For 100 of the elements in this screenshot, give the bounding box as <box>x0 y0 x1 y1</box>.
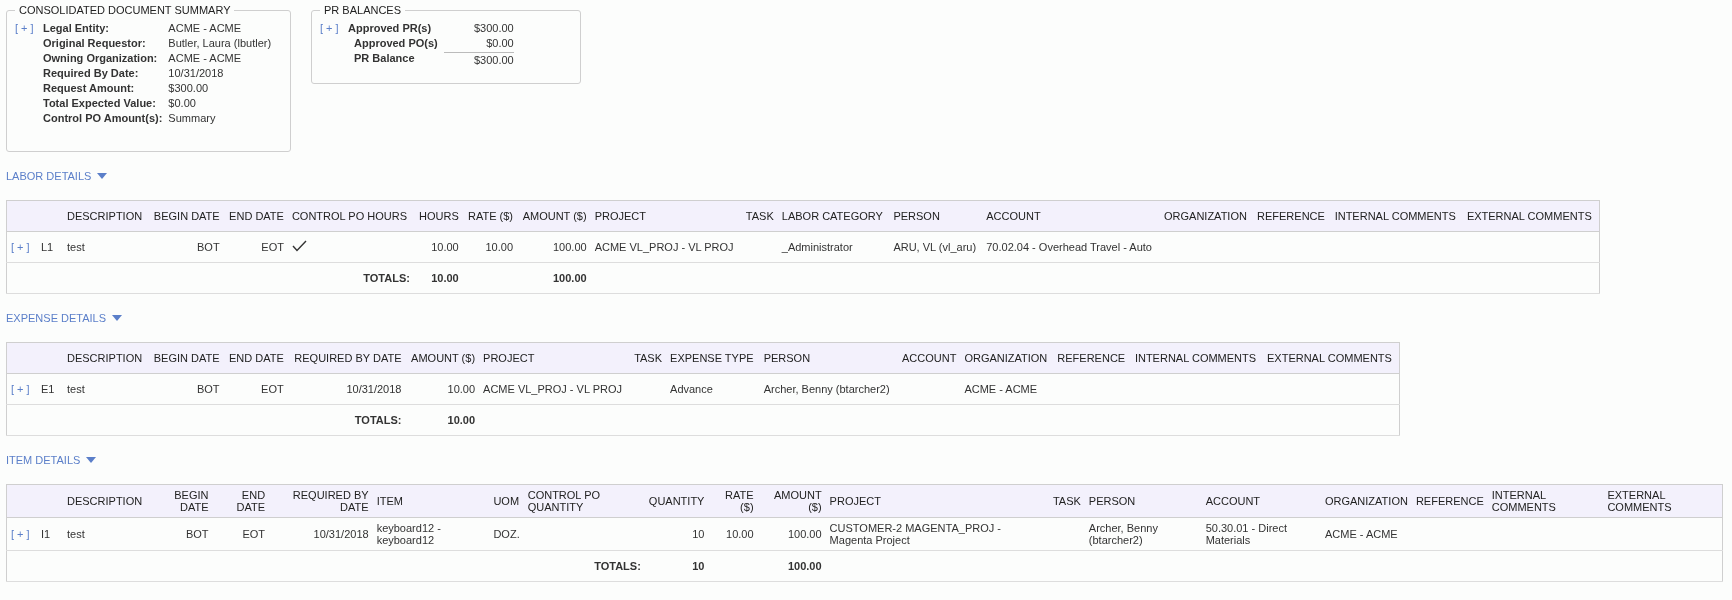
column-header: ITEM <box>372 484 490 518</box>
column-header: ORGANIZATION <box>1320 484 1412 518</box>
column-header: REQUIRED BY DATE <box>269 484 373 518</box>
column-header: QUANTITY <box>644 484 709 518</box>
column-header: RATE ($) <box>708 484 758 518</box>
column-header: AMOUNT ($) <box>405 342 480 374</box>
column-header: ACCOUNT <box>896 342 961 374</box>
column-header: END DATE <box>212 484 270 518</box>
table-cell: test <box>63 373 149 405</box>
field-value: ACME - ACME <box>168 22 243 34</box>
column-header: INTERNAL COMMENTS <box>1487 484 1604 518</box>
section-toggle[interactable]: ITEM DETAILS <box>6 454 97 466</box>
field-value: ACME - ACME <box>168 52 243 64</box>
column-header: BEGIN DATE <box>148 200 224 232</box>
panel-title: CONSOLIDATED DOCUMENT SUMMARY <box>18 4 232 16</box>
line-number: L1 <box>37 231 63 263</box>
totals-label: TOTALS: <box>287 262 414 294</box>
column-header: REQUIRED BY DATE <box>287 342 406 374</box>
column-header: BEGIN DATE <box>146 484 213 518</box>
field-label: Control PO Amount(s): <box>43 112 163 124</box>
expand-link[interactable]: [ + ] <box>11 241 30 253</box>
table-cell: ARU, VL (vl_aru) <box>889 231 983 263</box>
table-cell: Advance <box>666 373 760 405</box>
table-cell: EOT <box>223 373 288 405</box>
table-cell: 100.00 <box>757 517 826 551</box>
field-label: Total Expected Value: <box>43 97 157 109</box>
table-cell: EOT <box>212 517 270 551</box>
field-value: $300.00 <box>168 82 210 94</box>
table-cell: 100.00 <box>517 231 591 263</box>
caret-down-icon <box>97 173 108 179</box>
column-header: REFERENCE <box>1053 342 1131 374</box>
column-header: DESCRIPTION <box>63 200 149 232</box>
table-cell: Archer, Benny (btarcher2) <box>1084 517 1202 551</box>
table-cell: ACME - ACME <box>1320 517 1412 551</box>
column-header: PROJECT <box>825 484 1049 518</box>
column-header: EXTERNAL COMMENTS <box>1462 200 1600 232</box>
column-header: TASK <box>1048 484 1085 518</box>
section-toggle[interactable]: LABOR DETAILS <box>6 170 108 182</box>
expand-link[interactable]: [ + ] <box>15 22 37 34</box>
total-value: 100.00 <box>517 262 591 294</box>
table-cell: test <box>63 231 149 263</box>
column-header: END DATE <box>223 342 288 374</box>
column-header: EXTERNAL COMMENTS <box>1603 484 1723 518</box>
table-cell: _Administrator <box>777 231 890 263</box>
field-value: Butler, Laura (lbutler) <box>168 37 272 49</box>
section-toggle[interactable]: EXPENSE DETAILS <box>6 312 123 324</box>
column-header: INTERNAL COMMENTS <box>1330 200 1463 232</box>
table-cell: 10.00 <box>462 231 517 263</box>
field-value: $0.00 <box>168 97 197 109</box>
column-header: ACCOUNT <box>982 200 1160 232</box>
column-header: UOM <box>489 484 524 518</box>
table-cell: keyboard12 - keyboard12 <box>372 517 490 551</box>
field-value: $300.00 <box>443 52 514 66</box>
total-value: 10 <box>644 550 709 582</box>
column-header: REFERENCE <box>1253 200 1331 232</box>
table-cell: ACME VL_PROJ - VL PROJ <box>479 373 630 405</box>
field-label: Legal Entity: <box>43 22 110 34</box>
totals-label: TOTALS: <box>287 404 406 436</box>
column-header: ORGANIZATION <box>960 342 1054 374</box>
table-cell: 10.00 <box>413 231 463 263</box>
column-header: EXPENSE TYPE <box>666 342 760 374</box>
field-label: Owning Organization: <box>43 52 159 64</box>
table-cell: 70.02.04 - Overhead Travel - Auto <box>982 231 1160 263</box>
table-cell: CUSTOMER-2 MAGENTA_PROJ - Magenta Project <box>825 517 1049 551</box>
column-header: PERSON <box>889 200 983 232</box>
column-header: BEGIN DATE <box>148 342 224 374</box>
column-header: PROJECT <box>590 200 742 232</box>
field-label: Required By Date: <box>43 67 140 79</box>
table-cell: 10/31/2018 <box>287 373 406 405</box>
expand-link[interactable]: [ + ] <box>320 22 342 34</box>
column-header: DESCRIPTION <box>63 484 147 518</box>
column-header: PERSON <box>759 342 897 374</box>
column-header: ORGANIZATION <box>1160 200 1254 232</box>
field-value: 10/31/2018 <box>168 67 225 79</box>
table-cell: ACME - ACME <box>960 373 1054 405</box>
field-label: Approved PR(s) <box>348 22 433 34</box>
totals-label: TOTALS: <box>523 550 645 582</box>
column-header: PERSON <box>1084 484 1202 518</box>
column-header: REFERENCE <box>1411 484 1488 518</box>
column-header: RATE ($) <box>462 200 517 232</box>
column-header: TASK <box>629 342 667 374</box>
table-cell: BOT <box>148 231 224 263</box>
column-header: EXTERNAL COMMENTS <box>1263 342 1400 374</box>
table-cell: 50.30.01 - Direct Materials <box>1201 517 1321 551</box>
column-header: DESCRIPTION <box>63 342 149 374</box>
expand-link[interactable]: [ + ] <box>11 383 30 395</box>
column-header: AMOUNT ($) <box>757 484 826 518</box>
panel-title: PR BALANCES <box>323 4 403 16</box>
table-cell: 10.00 <box>708 517 758 551</box>
table-cell: DOZ. <box>489 517 524 551</box>
table-cell: BOT <box>148 373 224 405</box>
column-header: ACCOUNT <box>1201 484 1321 518</box>
total-value: 10.00 <box>405 404 480 436</box>
expand-link[interactable]: [ + ] <box>11 528 30 540</box>
field-label: Original Requestor: <box>43 37 147 49</box>
line-number: I1 <box>37 517 63 551</box>
field-label: PR Balance <box>353 52 416 64</box>
table-cell: Archer, Benny (btarcher2) <box>759 373 897 405</box>
table-cell: 10 <box>644 517 709 551</box>
column-header: TASK <box>741 200 778 232</box>
